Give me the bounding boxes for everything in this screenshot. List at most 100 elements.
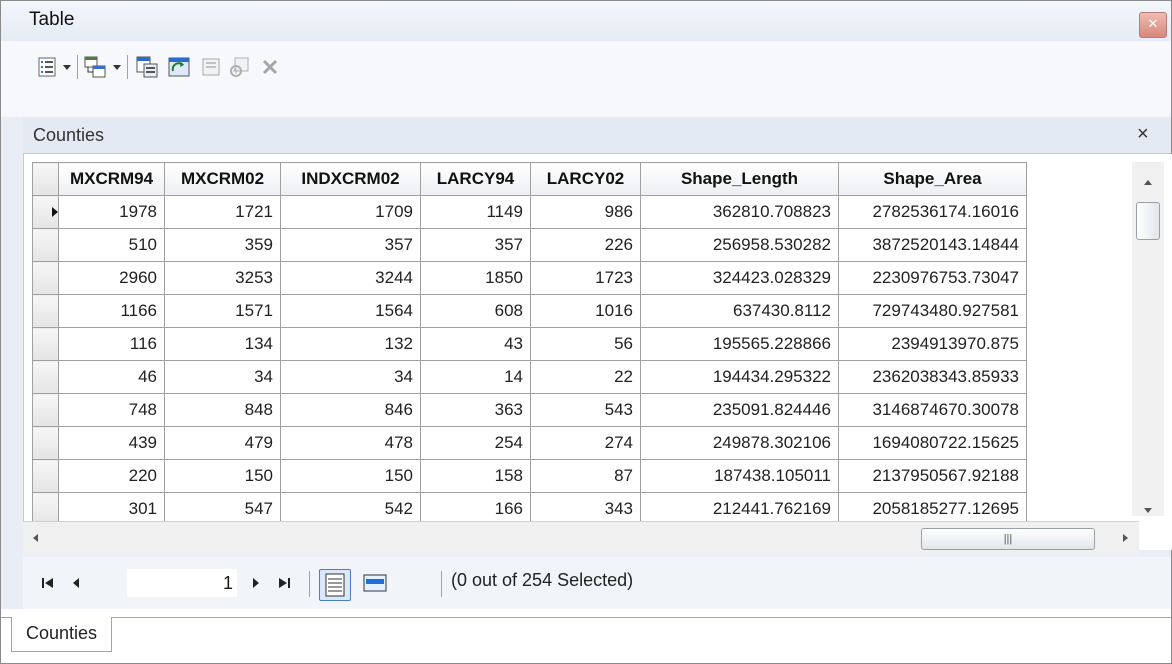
- table-cell[interactable]: 748: [58, 393, 165, 427]
- table-cell[interactable]: 1149: [420, 195, 531, 229]
- table-cell[interactable]: 2394913970.875: [838, 327, 1027, 361]
- tab-counties[interactable]: Counties: [11, 617, 113, 652]
- table-cell[interactable]: 187438.105011: [640, 459, 839, 493]
- table-cell[interactable]: 56: [530, 327, 641, 361]
- table-cell[interactable]: 256958.530282: [640, 228, 839, 262]
- table-cell[interactable]: 324423.028329: [640, 261, 839, 295]
- table-cell[interactable]: 1978: [58, 195, 165, 229]
- row-selector[interactable]: [32, 360, 59, 394]
- table-row[interactable]: 1978 1721 1709 1149 986 362810.708823 27…: [32, 195, 1027, 229]
- table-row[interactable]: 220 150 150 158 87 187438.105011 2137950…: [32, 459, 1027, 493]
- column-header[interactable]: LARCY02: [530, 162, 641, 196]
- previous-record-icon[interactable]: [65, 573, 87, 593]
- column-header[interactable]: Shape_Area: [838, 162, 1027, 196]
- close-table-tab-icon[interactable]: ×: [1137, 123, 1149, 146]
- scroll-up-icon[interactable]: [1144, 180, 1152, 185]
- table-cell[interactable]: 254: [420, 426, 531, 460]
- table-cell[interactable]: 249878.302106: [640, 426, 839, 460]
- table-cell[interactable]: 150: [280, 459, 421, 493]
- delete-selected-icon[interactable]: [259, 55, 281, 79]
- table-cell[interactable]: 46: [58, 360, 165, 394]
- vertical-scroll-thumb[interactable]: [1136, 202, 1160, 240]
- select-by-attributes-icon[interactable]: [135, 55, 159, 79]
- table-cell[interactable]: 43: [420, 327, 531, 361]
- table-cell[interactable]: 1694080722.15625: [838, 426, 1027, 460]
- column-header[interactable]: MXCRM94: [58, 162, 165, 196]
- related-tables-dropdown-icon[interactable]: [113, 65, 121, 70]
- table-cell[interactable]: 2782536174.16016: [838, 195, 1027, 229]
- table-cell[interactable]: 357: [280, 228, 421, 262]
- related-tables-icon[interactable]: [83, 55, 107, 79]
- last-record-icon[interactable]: [273, 573, 295, 593]
- column-header[interactable]: Shape_Length: [640, 162, 839, 196]
- table-row[interactable]: 1166 1571 1564 608 1016 637430.8112 7297…: [32, 294, 1027, 328]
- horizontal-scroll-thumb[interactable]: |||: [921, 528, 1095, 550]
- show-all-records-button[interactable]: [319, 569, 351, 601]
- table-options-dropdown-icon[interactable]: [63, 65, 71, 70]
- table-cell[interactable]: 2137950567.92188: [838, 459, 1027, 493]
- table-cell[interactable]: 357: [420, 228, 531, 262]
- table-cell[interactable]: 158: [420, 459, 531, 493]
- table-cell[interactable]: 3146874670.30078: [838, 393, 1027, 427]
- table-cell[interactable]: 116: [58, 327, 165, 361]
- table-cell[interactable]: 479: [164, 426, 281, 460]
- table-cell[interactable]: 478: [280, 426, 421, 460]
- row-selector[interactable]: [32, 294, 59, 328]
- table-cell[interactable]: 439: [58, 426, 165, 460]
- table-row[interactable]: 510 359 357 357 226 256958.530282 387252…: [32, 228, 1027, 262]
- table-cell[interactable]: 34: [280, 360, 421, 394]
- table-cell[interactable]: 3253: [164, 261, 281, 295]
- table-cell[interactable]: 1564: [280, 294, 421, 328]
- table-row[interactable]: 439 479 478 254 274 249878.302106 169408…: [32, 426, 1027, 460]
- table-cell[interactable]: 150: [164, 459, 281, 493]
- row-selector[interactable]: [32, 327, 59, 361]
- row-selector[interactable]: [32, 228, 59, 262]
- table-cell[interactable]: 1709: [280, 195, 421, 229]
- table-cell[interactable]: 220: [58, 459, 165, 493]
- table-row[interactable]: 2960 3253 3244 1850 1723 324423.028329 2…: [32, 261, 1027, 295]
- clear-selection-icon[interactable]: [201, 55, 221, 79]
- table-cell[interactable]: 2960: [58, 261, 165, 295]
- table-cell[interactable]: 362810.708823: [640, 195, 839, 229]
- row-selector[interactable]: [32, 261, 59, 295]
- table-cell[interactable]: 543: [530, 393, 641, 427]
- table-cell[interactable]: 1571: [164, 294, 281, 328]
- table-cell[interactable]: 134: [164, 327, 281, 361]
- table-cell[interactable]: 34: [164, 360, 281, 394]
- column-header[interactable]: MXCRM02: [164, 162, 281, 196]
- table-cell[interactable]: 3244: [280, 261, 421, 295]
- table-cell[interactable]: 729743480.927581: [838, 294, 1027, 328]
- column-header[interactable]: INDXCRM02: [280, 162, 421, 196]
- table-cell[interactable]: 2362038343.85933: [838, 360, 1027, 394]
- table-row[interactable]: 46 34 34 14 22 194434.295322 2362038343.…: [32, 360, 1027, 394]
- table-cell[interactable]: 848: [164, 393, 281, 427]
- table-cell[interactable]: 363: [420, 393, 531, 427]
- row-selector[interactable]: [32, 459, 59, 493]
- record-number-input[interactable]: 1: [127, 569, 237, 597]
- vertical-scrollbar[interactable]: [1132, 162, 1164, 516]
- row-selector[interactable]: [32, 393, 59, 427]
- horizontal-scrollbar[interactable]: |||: [23, 521, 1139, 554]
- table-cell[interactable]: 1850: [420, 261, 531, 295]
- table-cell[interactable]: 1721: [164, 195, 281, 229]
- table-options-icon[interactable]: [37, 55, 57, 79]
- table-cell[interactable]: 274: [530, 426, 641, 460]
- scroll-down-icon[interactable]: [1144, 508, 1152, 513]
- table-cell[interactable]: 2230976753.73047: [838, 261, 1027, 295]
- show-selected-records-button[interactable]: [359, 569, 391, 601]
- zoom-to-selected-icon[interactable]: [229, 55, 251, 79]
- next-record-icon[interactable]: [245, 573, 267, 593]
- table-cell[interactable]: 226: [530, 228, 641, 262]
- switch-selection-icon[interactable]: [167, 55, 191, 79]
- table-cell[interactable]: 3872520143.14844: [838, 228, 1027, 262]
- table-cell[interactable]: 132: [280, 327, 421, 361]
- table-cell[interactable]: 510: [58, 228, 165, 262]
- table-cell[interactable]: 637430.8112: [640, 294, 839, 328]
- table-cell[interactable]: 986: [530, 195, 641, 229]
- table-cell[interactable]: 359: [164, 228, 281, 262]
- table-cell[interactable]: 22: [530, 360, 641, 394]
- table-cell[interactable]: 194434.295322: [640, 360, 839, 394]
- table-cell[interactable]: 846: [280, 393, 421, 427]
- table-row[interactable]: 748 848 846 363 543 235091.824446 314687…: [32, 393, 1027, 427]
- first-record-icon[interactable]: [37, 573, 59, 593]
